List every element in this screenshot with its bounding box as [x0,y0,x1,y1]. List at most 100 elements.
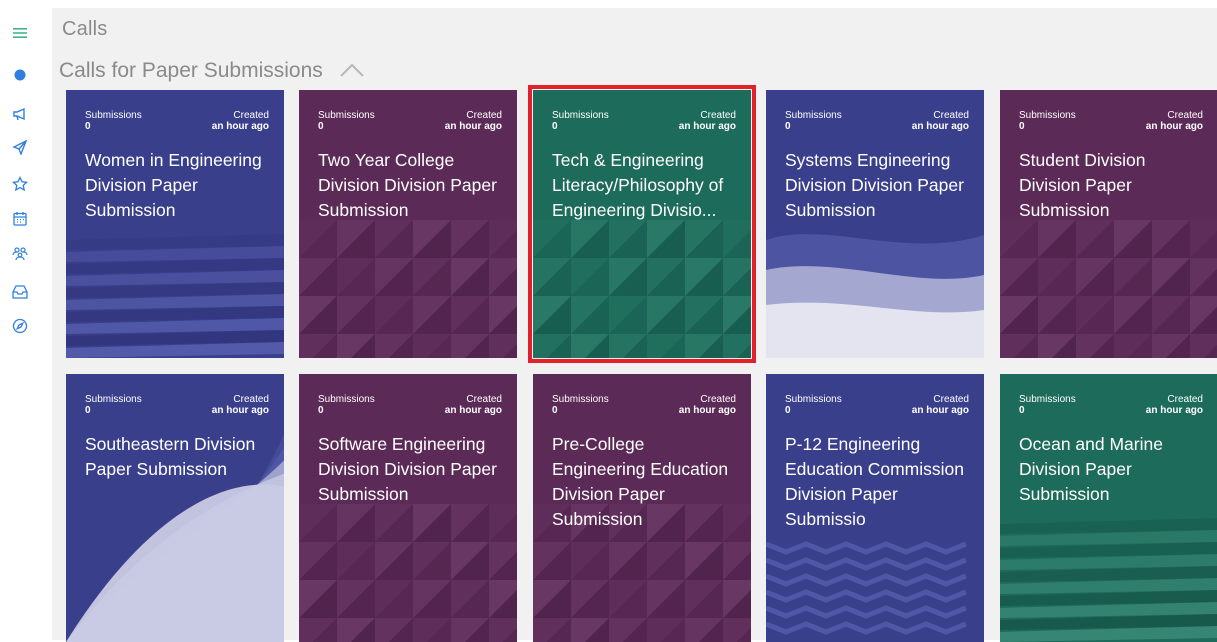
submissions-count: 0 [318,121,324,132]
submissions-label: Submissions [85,394,142,405]
created-label: Created [1167,110,1203,121]
submissions-count: 0 [1019,405,1025,416]
chevron-up-icon[interactable] [339,60,365,84]
created-label: Created [233,394,269,405]
created-stat: Created an hour ago [445,110,502,132]
created-label: Created [700,110,736,121]
section-header[interactable]: Calls for Paper Submissions [59,58,365,84]
created-time: an hour ago [1145,405,1203,416]
card-meta: Submissions 0 Created an hour ago [1019,110,1203,132]
submissions-stat: Submissions 0 [318,394,375,416]
created-time: an hour ago [211,121,269,132]
submissions-count: 0 [785,121,791,132]
status-dot-icon[interactable] [9,64,31,86]
submissions-stat: Submissions 0 [785,394,842,416]
submissions-stat: Submissions 0 [318,110,375,132]
submissions-stat: Submissions 0 [1019,394,1076,416]
card-title: Software Engineering Division Division P… [318,434,497,504]
created-stat: Created an hour ago [1146,110,1203,132]
card-meta: Submissions 0 Created an hour ago [552,110,736,132]
submissions-count: 0 [785,405,791,416]
created-stat: Created an hour ago [1146,394,1203,416]
sidebar [0,0,40,640]
created-label: Created [700,394,736,405]
card-title: Pre-College Engineering Education Divisi… [552,434,729,529]
submissions-label: Submissions [318,394,375,405]
submissions-stat: Submissions 0 [85,110,142,132]
created-stat: Created an hour ago [912,394,969,416]
submissions-label: Submissions [318,110,375,121]
breadcrumb[interactable]: Calls [62,18,107,41]
call-card[interactable]: Submissions 0 Created an hour ago Two Ye… [299,90,517,358]
created-stat: Created an hour ago [912,110,969,132]
call-card[interactable]: Submissions 0 Created an hour ago Studen… [1000,90,1217,358]
call-card[interactable]: Submissions 0 Created an hour ago Pre-Co… [533,374,751,642]
card-title: Ocean and Marine Division Paper Submissi… [1019,434,1163,504]
call-card[interactable]: Submissions 0 Created an hour ago Southe… [66,374,284,642]
megaphone-icon[interactable] [9,103,31,125]
created-time: an hour ago [678,405,736,416]
submissions-label: Submissions [552,110,609,121]
created-label: Created [466,110,502,121]
created-time: an hour ago [444,121,502,132]
created-label: Created [233,110,269,121]
submissions-stat: Submissions 0 [1019,110,1076,132]
people-icon[interactable] [9,243,31,265]
submissions-stat: Submissions 0 [552,394,609,416]
card-meta: Submissions 0 Created an hour ago [785,394,969,416]
created-label: Created [933,394,969,405]
submissions-label: Submissions [1019,110,1076,121]
call-card[interactable]: Submissions 0 Created an hour ago System… [766,90,984,358]
call-card[interactable]: Submissions 0 Created an hour ago Ocean … [1000,374,1217,642]
card-title: Two Year College Division Division Paper… [318,150,497,220]
send-icon[interactable] [9,136,31,158]
call-card[interactable]: Submissions 0 Created an hour ago Women … [66,90,284,358]
call-card[interactable]: Submissions 0 Created an hour ago Tech &… [528,85,756,363]
card-meta: Submissions 0 Created an hour ago [318,394,502,416]
created-stat: Created an hour ago [212,110,269,132]
created-stat: Created an hour ago [679,110,736,132]
star-icon[interactable] [9,173,31,195]
submissions-count: 0 [318,405,324,416]
card-meta: Submissions 0 Created an hour ago [1019,394,1203,416]
created-time: an hour ago [444,405,502,416]
card-title: Southeastern Division Paper Submission [85,434,256,479]
submissions-label: Submissions [785,394,842,405]
card-title: Student Division Division Paper Submissi… [1019,150,1146,220]
submissions-count: 0 [85,121,91,132]
created-label: Created [466,394,502,405]
card-meta: Submissions 0 Created an hour ago [552,394,736,416]
submissions-label: Submissions [785,110,842,121]
created-time: an hour ago [211,405,269,416]
submissions-count: 0 [552,405,558,416]
menu-icon[interactable] [9,22,31,44]
card-title: Women in Engineering Division Paper Subm… [85,150,262,220]
calendar-icon[interactable] [9,207,31,229]
submissions-count: 0 [85,405,91,416]
created-time: an hour ago [678,121,736,132]
created-stat: Created an hour ago [445,394,502,416]
compass-icon[interactable] [9,315,31,337]
call-card[interactable]: Submissions 0 Created an hour ago P-12 E… [766,374,984,642]
created-time: an hour ago [911,405,969,416]
inbox-icon[interactable] [9,281,31,303]
call-card[interactable]: Submissions 0 Created an hour ago Softwa… [299,374,517,642]
card-meta: Submissions 0 Created an hour ago [785,110,969,132]
created-time: an hour ago [1145,121,1203,132]
created-stat: Created an hour ago [679,394,736,416]
created-time: an hour ago [911,121,969,132]
card-meta: Submissions 0 Created an hour ago [85,394,269,416]
created-label: Created [933,110,969,121]
submissions-stat: Submissions 0 [785,110,842,132]
submissions-label: Submissions [85,110,142,121]
submissions-stat: Submissions 0 [552,110,609,132]
submissions-label: Submissions [552,394,609,405]
submissions-stat: Submissions 0 [85,394,142,416]
created-stat: Created an hour ago [212,394,269,416]
created-label: Created [1167,394,1203,405]
section-title: Calls for Paper Submissions [59,59,323,82]
card-title: Systems Engineering Division Division Pa… [785,150,964,220]
submissions-label: Submissions [1019,394,1076,405]
card-title: P-12 Engineering Education Commission Di… [785,434,964,529]
submissions-count: 0 [552,121,558,132]
